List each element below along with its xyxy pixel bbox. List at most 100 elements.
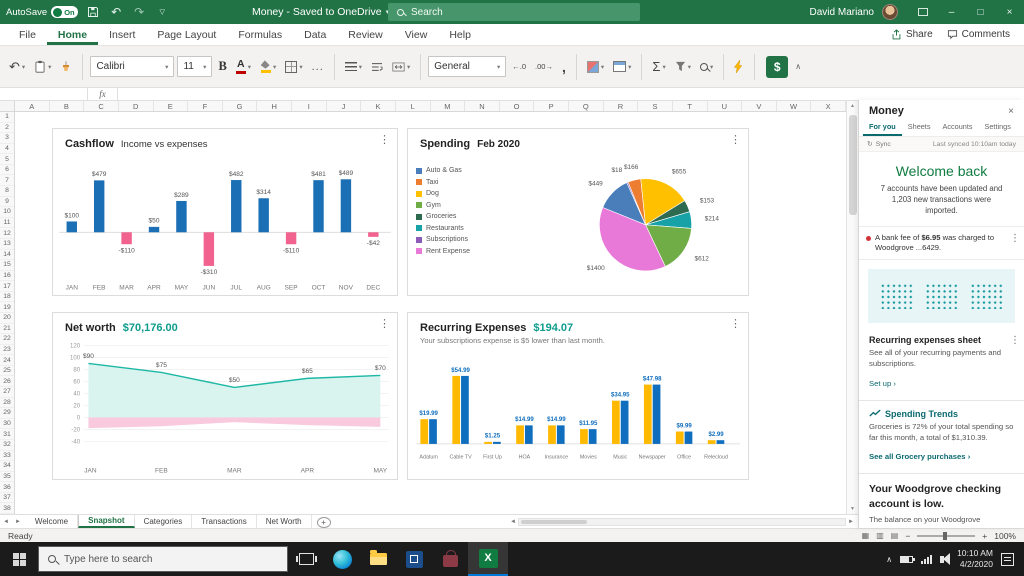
column-header-A[interactable]: A: [15, 101, 50, 111]
column-header-E[interactable]: E: [154, 101, 189, 111]
row-header-13[interactable]: 13: [0, 239, 14, 250]
pane-tab-sheets[interactable]: Sheets: [902, 119, 937, 136]
save-icon[interactable]: [85, 0, 101, 24]
quick-access-chevron-icon[interactable]: ▽: [154, 0, 170, 24]
row-header-9[interactable]: 9: [0, 197, 14, 208]
row-header-38[interactable]: 38: [0, 503, 14, 514]
row-header-20[interactable]: 20: [0, 313, 14, 324]
pane-tab-for-you[interactable]: For you: [863, 119, 902, 136]
format-as-table-button[interactable]: ▾: [610, 54, 634, 80]
excel-taskbar-button[interactable]: X: [468, 542, 508, 576]
alert-menu-icon[interactable]: ⋮: [1010, 232, 1020, 246]
column-header-B[interactable]: B: [50, 101, 85, 111]
recurring-menu-icon[interactable]: ⋮: [730, 319, 741, 330]
titlebar-search[interactable]: Search: [388, 3, 640, 21]
column-header-X[interactable]: X: [811, 101, 846, 111]
row-header-3[interactable]: 3: [0, 133, 14, 144]
font-name-select[interactable]: Calibri ▾: [90, 56, 175, 77]
normal-view-icon[interactable]: ▦: [862, 531, 870, 540]
row-header-15[interactable]: 15: [0, 260, 14, 271]
number-format-select[interactable]: General ▾: [428, 56, 507, 77]
new-sheet-button[interactable]: +: [316, 516, 331, 528]
row-header-23[interactable]: 23: [0, 345, 14, 356]
row-header-32[interactable]: 32: [0, 440, 14, 451]
sheet-nav-left-icon[interactable]: ◄: [0, 515, 12, 528]
font-size-select[interactable]: 11 ▾: [177, 56, 213, 77]
row-header-4[interactable]: 4: [0, 144, 14, 155]
column-header-K[interactable]: K: [361, 101, 396, 111]
spending-menu-icon[interactable]: ⋮: [730, 135, 741, 146]
volume-icon[interactable]: [940, 553, 951, 565]
sheet-tab-welcome[interactable]: Welcome: [26, 515, 79, 528]
money-in-excel-button[interactable]: $: [766, 55, 789, 78]
row-header-26[interactable]: 26: [0, 376, 14, 388]
comments-button[interactable]: Comments: [947, 29, 1010, 40]
taskbar-clock[interactable]: 10:10 AM 4/2/2020: [957, 548, 993, 569]
grocery-purchases-link[interactable]: See all Grocery purchases ›: [869, 452, 970, 461]
cell-name-box[interactable]: [0, 88, 88, 100]
find-select-button[interactable]: ▾: [697, 54, 716, 80]
zoom-slider-thumb[interactable]: [943, 531, 948, 540]
row-header-1[interactable]: 1: [0, 112, 14, 123]
minimize-button[interactable]: –: [937, 0, 966, 24]
ribbon-tab-review[interactable]: Review: [337, 24, 393, 45]
row-header-37[interactable]: 37: [0, 493, 14, 504]
ribbon-collapse-icon[interactable]: ∧: [795, 62, 801, 71]
analyze-data-button[interactable]: [731, 54, 747, 80]
action-center-icon[interactable]: [1001, 552, 1014, 566]
column-header-P[interactable]: P: [534, 101, 569, 111]
redo-icon[interactable]: ↷: [131, 0, 147, 24]
row-header-17[interactable]: 17: [0, 281, 14, 292]
row-header-12[interactable]: 12: [0, 228, 14, 239]
column-header-M[interactable]: M: [431, 101, 466, 111]
column-header-J[interactable]: J: [327, 101, 362, 111]
row-header-28[interactable]: 28: [0, 398, 14, 409]
undo-icon[interactable]: ↶: [108, 0, 124, 24]
column-header-N[interactable]: N: [465, 101, 500, 111]
column-header-W[interactable]: W: [777, 101, 812, 111]
bank-fee-alert[interactable]: A bank fee of $6.95 was charged to Woodg…: [859, 225, 1024, 261]
zoom-level[interactable]: 100%: [994, 531, 1016, 541]
bold-button[interactable]: B: [215, 54, 229, 80]
window-title[interactable]: Money - Saved to OneDrive ▾: [252, 0, 389, 24]
row-header-8[interactable]: 8: [0, 186, 14, 197]
scroll-down-icon[interactable]: ▼: [847, 504, 858, 514]
column-header-L[interactable]: L: [396, 101, 431, 111]
file-explorer-button[interactable]: [360, 542, 396, 576]
sheet-nav-right-icon[interactable]: ►: [12, 515, 24, 528]
row-header-21[interactable]: 21: [0, 324, 14, 335]
undo-button[interactable]: ↶ ▾: [6, 54, 28, 80]
row-header-34[interactable]: 34: [0, 461, 14, 472]
scroll-left-icon[interactable]: ◄: [510, 519, 516, 525]
column-header-U[interactable]: U: [708, 101, 743, 111]
row-header-16[interactable]: 16: [0, 271, 14, 282]
autosave-pill[interactable]: On: [51, 6, 79, 18]
row-header-29[interactable]: 29: [0, 408, 14, 419]
decrease-decimal-button[interactable]: ←.0: [509, 54, 529, 80]
format-painter-button[interactable]: [57, 54, 75, 80]
ribbon-tab-file[interactable]: File: [8, 24, 47, 45]
battery-icon[interactable]: [900, 555, 916, 563]
column-header-S[interactable]: S: [638, 101, 673, 111]
column-header-R[interactable]: R: [604, 101, 639, 111]
network-icon[interactable]: [921, 554, 933, 564]
close-button[interactable]: ×: [995, 0, 1024, 24]
zoom-slider[interactable]: [917, 531, 976, 540]
row-header-22[interactable]: 22: [0, 334, 14, 345]
page-break-view-icon[interactable]: ▤: [891, 531, 899, 540]
sheet-tab-transactions[interactable]: Transactions: [192, 515, 257, 528]
comma-style-button[interactable]: ,: [559, 54, 569, 80]
ribbon-tab-page-layout[interactable]: Page Layout: [146, 24, 227, 45]
zoom-out-button[interactable]: −: [905, 531, 910, 541]
row-header-27[interactable]: 27: [0, 387, 14, 398]
page-layout-view-icon[interactable]: ▥: [876, 531, 884, 540]
ribbon-tab-home[interactable]: Home: [46, 24, 99, 45]
row-header-25[interactable]: 25: [0, 366, 14, 377]
ribbon-tab-insert[interactable]: Insert: [98, 24, 146, 45]
merge-center-button[interactable]: ▾: [389, 54, 413, 80]
scroll-right-icon[interactable]: ►: [848, 519, 854, 525]
taskbar-app-button-blue[interactable]: [396, 542, 432, 576]
formula-input[interactable]: [118, 88, 1024, 100]
column-header-H[interactable]: H: [257, 101, 292, 111]
maximize-button[interactable]: □: [966, 0, 995, 24]
